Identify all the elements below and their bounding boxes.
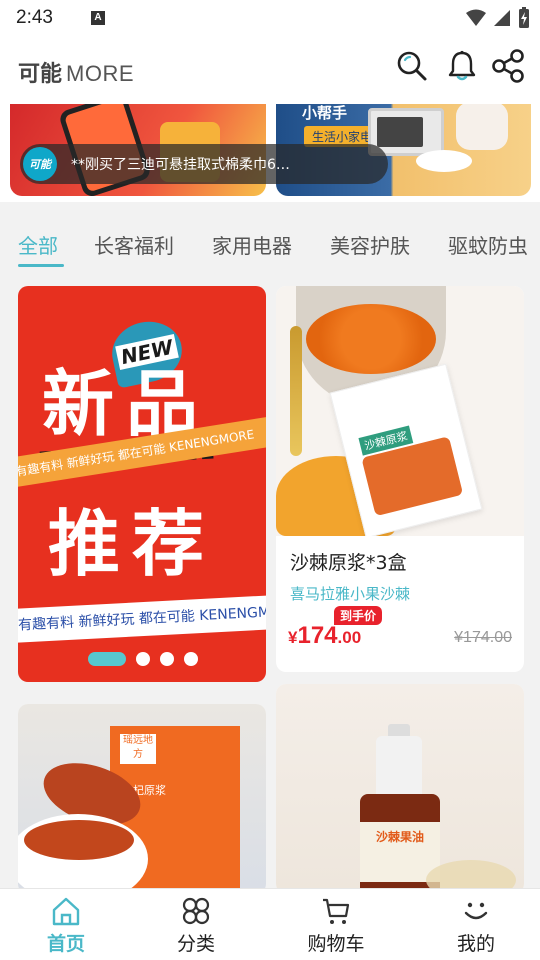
- profile-icon: [464, 902, 488, 920]
- nav-home-label: 首页: [46, 933, 85, 955]
- pack-label: 沙棘原浆: [358, 425, 414, 456]
- nav-cart[interactable]: 购物车: [286, 895, 386, 957]
- product-sauce-image: [24, 820, 134, 860]
- battery-icon: [519, 7, 529, 28]
- nav-category-label: 分类: [176, 933, 215, 955]
- carousel-dot[interactable]: [160, 652, 174, 666]
- tab-home-appliances[interactable]: 家用电器: [212, 230, 292, 259]
- banner-plate-image: [416, 150, 472, 172]
- active-tab-indicator: [18, 264, 64, 267]
- banner-cooker-image: [456, 104, 508, 150]
- home-icon: [52, 897, 80, 926]
- carousel-dot[interactable]: [136, 652, 150, 666]
- purchase-notice: 可能 **刚买了三迪可悬挂取式棉柔巾6…: [20, 144, 388, 184]
- notice-avatar: 可能: [23, 147, 57, 181]
- banner-row: 小帮手 生活小家电 可能 **刚买了三迪可悬挂取式棉柔巾6…: [0, 104, 540, 202]
- nav-category[interactable]: 分类: [146, 895, 246, 957]
- app-logo: 可能 MORE: [18, 56, 134, 88]
- tab-all[interactable]: 全部: [18, 230, 58, 259]
- price-decimal: .00: [337, 628, 362, 647]
- category-icon: [182, 897, 210, 925]
- product-card[interactable]: 沙棘原浆 沙棘原浆*3盒 喜马拉雅小果沙棘 到手价 ¥174.00 ¥174.0…: [276, 286, 524, 672]
- promo-carousel[interactable]: NEW 新品 FLASH SALE 有趣有料 新鲜好玩 都在可能 KENENGM…: [18, 286, 266, 682]
- product-name: 沙棘原浆*3盒: [290, 552, 407, 574]
- notice-text: **刚买了三迪可悬挂取式棉柔巾6…: [71, 157, 290, 173]
- logo-text-en: MORE: [66, 61, 135, 86]
- product-card[interactable]: 沙棘果油: [276, 684, 524, 894]
- original-price: ¥174.00: [454, 629, 512, 646]
- nav-profile[interactable]: 我的: [426, 895, 526, 957]
- bottom-nav: 首页 分类 购物车 我的: [0, 888, 540, 960]
- tab-member-benefits[interactable]: 长客福利: [94, 230, 174, 259]
- product-card[interactable]: 瑶远地方 枸杞原浆: [18, 704, 266, 894]
- app-screen: 2:43 A 可能 MORE 小帮手 生活小家电 可能 **刚买了三迪可悬挂取式…: [0, 0, 540, 960]
- wifi-icon: [466, 9, 486, 26]
- status-bar: 2:43 A: [0, 0, 540, 36]
- product-price: ¥174.00: [288, 622, 361, 650]
- cart-icon: [323, 898, 350, 924]
- carousel-dot[interactable]: [184, 652, 198, 666]
- box-logo: 瑶远地方: [120, 734, 156, 764]
- tab-insect-repellent[interactable]: 驱蚊防虫: [448, 230, 528, 259]
- signal-icon: [494, 10, 510, 26]
- notification-icon: A: [90, 11, 105, 25]
- carousel-dots: [88, 652, 198, 666]
- nav-cart-label: 购物车: [307, 933, 365, 955]
- product-spoon-image: [290, 326, 302, 456]
- price-integer: 174: [297, 622, 338, 649]
- nav-profile-label: 我的: [456, 933, 495, 955]
- product-image: 瑶远地方 枸杞原浆: [18, 704, 266, 894]
- product-berries-image: [306, 304, 436, 374]
- status-indicators: [466, 7, 530, 29]
- logo-text-cn: 可能: [18, 62, 63, 87]
- nav-home[interactable]: 首页: [16, 895, 116, 957]
- share-icon: [492, 49, 524, 83]
- category-tabs: 全部 长客福利 家用电器 美容护肤 驱蚊防虫: [0, 206, 540, 270]
- product-image: 沙棘原浆: [276, 286, 524, 536]
- status-time: 2:43: [16, 7, 53, 28]
- share-button[interactable]: [490, 48, 526, 84]
- banner-right-title: 小帮手: [302, 104, 348, 122]
- tab-beauty[interactable]: 美容护肤: [330, 230, 410, 259]
- product-image: 沙棘果油: [276, 684, 524, 894]
- app-header: 可能 MORE: [0, 36, 540, 104]
- search-icon: [397, 51, 427, 81]
- product-subtitle: 喜马拉雅小果沙棘: [290, 585, 411, 603]
- search-button[interactable]: [394, 48, 430, 84]
- promo-strip-bottom: 有趣有料 新鲜好玩 都在可能 KENENGMORE: [18, 595, 266, 643]
- product-bottle-neck: [376, 736, 422, 796]
- bell-icon: [448, 50, 476, 81]
- notifications-button[interactable]: [444, 48, 480, 84]
- carousel-dot[interactable]: [88, 652, 126, 666]
- promo-title-recommend: 推荐: [48, 502, 217, 586]
